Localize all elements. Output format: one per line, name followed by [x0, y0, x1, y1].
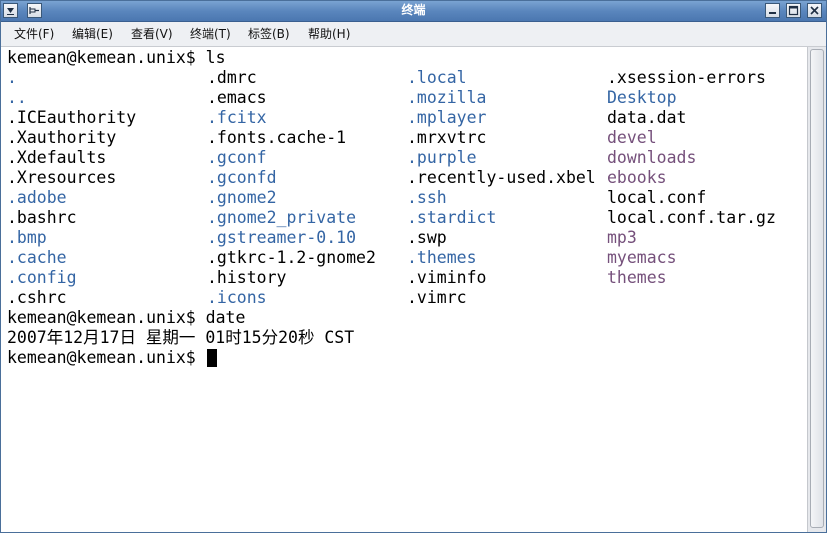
ls-entry: ebooks: [607, 168, 667, 187]
ls-entry: .: [7, 68, 17, 87]
ls-entry: .viminfo: [407, 268, 487, 287]
text-cursor: [207, 349, 217, 367]
date-output-line: 2007年12月17日 星期一 01时15分20秒 CST: [7, 328, 355, 347]
terminal-window: 终端 文件(F) 编辑(E) 查看(V) 终端(T) 标签(B) 帮助(H) k…: [0, 0, 827, 533]
ls-entry: .gnome2: [207, 188, 277, 207]
ls-entry: local.conf.tar.gz: [607, 208, 776, 227]
menu-tabs[interactable]: 标签(B): [248, 26, 290, 42]
ls-entry: .Xdefaults: [7, 148, 107, 167]
ls-entry: .adobe: [7, 188, 67, 207]
current-prompt-line: kemean@kemean.unix$: [7, 348, 206, 367]
window-title: 终端: [401, 3, 426, 17]
ls-entry: .xsession-errors: [607, 68, 766, 87]
ls-entry: .icons: [207, 288, 267, 307]
menu-edit[interactable]: 编辑(E): [72, 26, 113, 42]
ls-entry: .mozilla: [407, 88, 487, 107]
prompt-ls-line: kemean@kemean.unix$ ls: [7, 48, 226, 67]
ls-entry: .fonts.cache-1: [207, 128, 347, 147]
menu-help[interactable]: 帮助(H): [308, 26, 350, 42]
minimize-icon: [769, 12, 776, 14]
ls-entry: .Xauthority: [7, 128, 117, 147]
ls-entry: themes: [607, 268, 667, 287]
ls-entry: .local: [407, 68, 467, 87]
ls-entry: .dmrc: [207, 68, 257, 87]
minimize-button[interactable]: [765, 3, 780, 18]
menu-terminal[interactable]: 终端(T): [190, 26, 231, 42]
ls-entry: Desktop: [607, 88, 677, 107]
ls-entry: .cache: [7, 248, 67, 267]
ls-entry: downloads: [607, 148, 697, 167]
ls-entry: ..: [7, 88, 27, 107]
maximize-icon: [788, 5, 799, 16]
ls-entry: .gstreamer-0.10: [207, 228, 357, 247]
ls-entry: .swp: [407, 228, 447, 247]
ls-entry: .config: [7, 268, 77, 287]
ls-entry: .themes: [407, 248, 477, 267]
ls-entry: .mrxvtrc: [407, 128, 487, 147]
ls-entry: .gtkrc-1.2-gnome2: [207, 248, 376, 267]
ls-entry: devel: [607, 128, 657, 147]
ls-entry: .mplayer: [407, 108, 487, 127]
close-button[interactable]: [807, 3, 822, 18]
ls-entry: .gconfd: [207, 168, 277, 187]
ls-entry: .bmp: [7, 228, 47, 247]
ls-entry: .stardict: [407, 208, 497, 227]
title-bar[interactable]: 终端: [1, 1, 826, 22]
ls-entry: .vimrc: [407, 288, 467, 307]
prompt-date-line: kemean@kemean.unix$ date: [7, 308, 246, 327]
menu-view[interactable]: 查看(V): [131, 26, 173, 42]
ls-entry: .fcitx: [207, 108, 267, 127]
ls-entry: .ssh: [407, 188, 447, 207]
ls-entry: .cshrc: [7, 288, 67, 307]
ls-entry: .emacs: [207, 88, 267, 107]
maximize-button[interactable]: [786, 3, 801, 18]
ls-entry: .gconf: [207, 148, 267, 167]
scrollbar-thumb[interactable]: [810, 49, 824, 528]
ls-entry: .bashrc: [7, 208, 77, 227]
ls-entry: .recently-used.xbel: [407, 168, 596, 187]
ls-entry: myemacs: [607, 248, 677, 267]
ls-entry: .gnome2_private: [207, 208, 357, 227]
terminal-output[interactable]: kemean@kemean.unix$ ls ... .ICEauthority.…: [1, 47, 807, 532]
vertical-scrollbar[interactable]: [807, 47, 826, 532]
ls-entry: mp3: [607, 228, 637, 247]
ls-entry: .Xresources: [7, 168, 117, 187]
ls-entry: .purple: [407, 148, 477, 167]
ls-entry: .history: [207, 268, 287, 287]
menu-file[interactable]: 文件(F): [14, 26, 54, 42]
ls-entry: local.conf: [607, 188, 707, 207]
ls-entry: .ICEauthority: [7, 108, 137, 127]
menu-bar: 文件(F) 编辑(E) 查看(V) 终端(T) 标签(B) 帮助(H): [1, 22, 826, 47]
close-icon: [810, 6, 819, 15]
ls-entry: data.dat: [607, 108, 687, 127]
